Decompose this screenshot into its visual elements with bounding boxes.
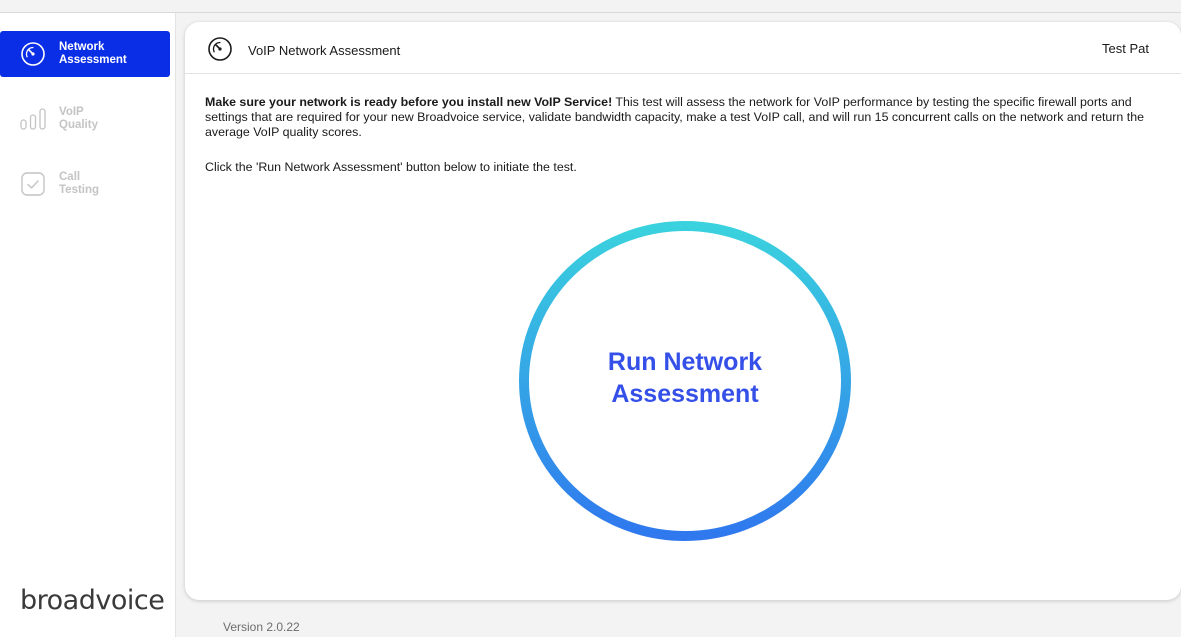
broadvoice-logo: broadvoice <box>20 585 165 616</box>
intro-paragraph: Make sure your network is ready before y… <box>205 95 1155 140</box>
sidebar-item-label: Call Testing <box>59 171 100 196</box>
intro-bold: Make sure your network is ready before y… <box>205 95 613 109</box>
sidebar-item-call-testing[interactable]: Call Testing <box>0 161 170 207</box>
sidebar-item-label: Network Assessment <box>59 41 127 66</box>
bars-icon <box>18 104 48 134</box>
sidebar-item-label: VoIP Quality <box>59 106 98 131</box>
run-network-assessment-button[interactable]: Run Network Assessment <box>518 220 852 542</box>
card-header: VoIP Network Assessment Test Pat <box>185 22 1181 74</box>
version-label: Version 2.0.22 <box>223 620 300 634</box>
speedometer-icon <box>18 39 48 69</box>
sidebar: Network Assessment VoIP Quality Call Tes… <box>0 13 176 637</box>
sidebar-item-voip-quality[interactable]: VoIP Quality <box>0 96 170 142</box>
sidebar-item-network-assessment[interactable]: Network Assessment <box>0 31 170 77</box>
user-name[interactable]: Test Pat <box>1102 41 1149 56</box>
main-card: VoIP Network Assessment Test Pat Make su… <box>185 22 1181 600</box>
instruction-text: Click the 'Run Network Assessment' butto… <box>205 160 577 174</box>
speedometer-icon <box>207 36 233 62</box>
brand-wordmark: broadvoice <box>20 585 165 616</box>
top-divider <box>0 12 1181 13</box>
run-button-label: Run Network Assessment <box>607 348 763 408</box>
checkbox-icon <box>18 169 48 199</box>
page-title: VoIP Network Assessment <box>248 43 401 58</box>
